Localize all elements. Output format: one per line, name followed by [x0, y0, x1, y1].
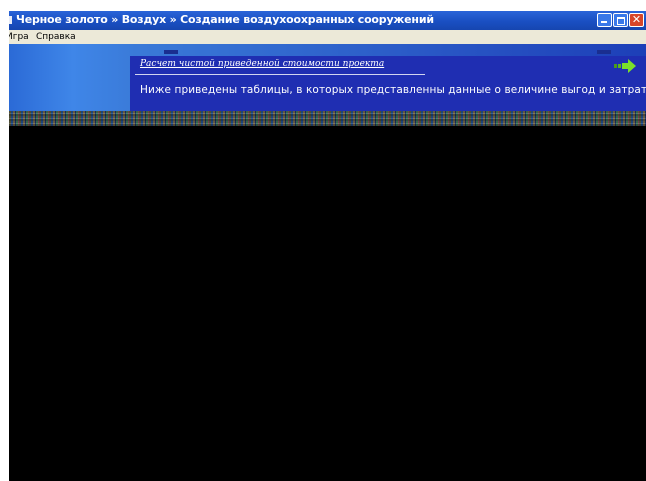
scene-ornament — [164, 50, 178, 54]
panel-text: Ниже приведены таблицы, в которых предст… — [140, 84, 646, 96]
app-icon — [9, 16, 12, 24]
menu-bar: Игра Справка — [9, 30, 646, 44]
panel-title: Расчет чистой приведенной стоимости прое… — [140, 59, 385, 69]
info-panel: Расчет чистой приведенной стоимости прое… — [130, 56, 646, 111]
minimize-button[interactable] — [597, 13, 612, 27]
corrupted-strip-overlay — [9, 111, 646, 126]
close-button[interactable]: ✕ — [629, 13, 644, 27]
window-title: Черное золото » Воздух » Создание воздух… — [16, 13, 434, 26]
panel-divider — [135, 74, 425, 75]
title-bar[interactable]: Черное золото » Воздух » Создание воздух… — [9, 11, 646, 30]
menu-help[interactable]: Справка — [36, 30, 76, 44]
menu-game[interactable]: Игра — [9, 30, 29, 44]
game-window: Черное золото » Воздух » Создание воздух… — [9, 11, 646, 481]
maximize-button[interactable] — [613, 13, 628, 27]
arrow-right-icon[interactable] — [614, 59, 636, 73]
game-scene: Расчет чистой приведенной стоимости прое… — [9, 44, 646, 111]
scene-ornament — [597, 50, 611, 54]
